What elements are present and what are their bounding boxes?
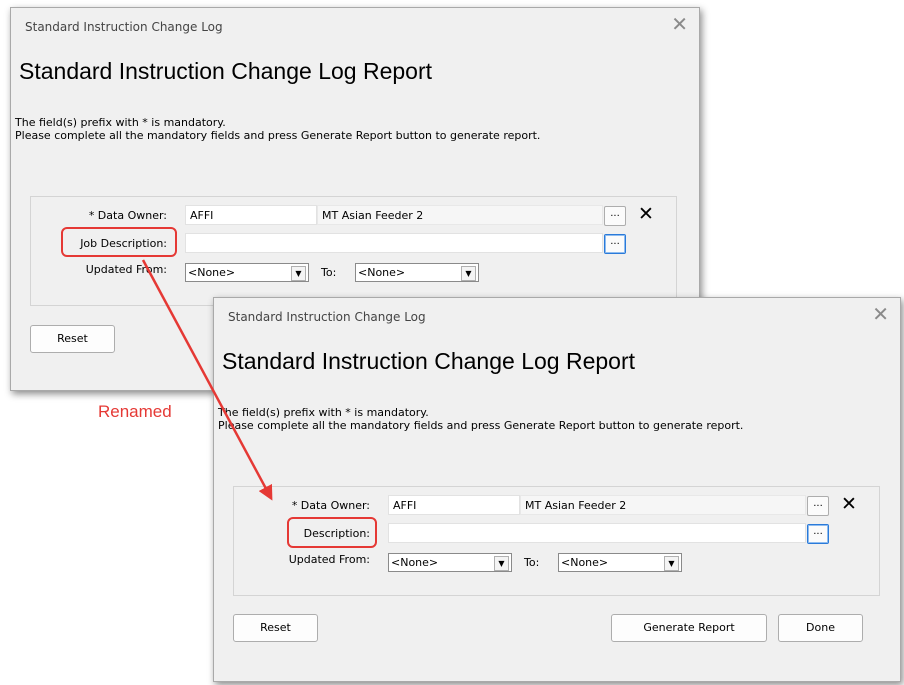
instructions: The field(s) prefix with * is mandatory.…: [218, 406, 743, 432]
data-owner-label: * Data Owner:: [291, 499, 370, 512]
generate-report-button[interactable]: Generate Report: [611, 614, 767, 642]
updated-to-select[interactable]: <None> ▼: [558, 553, 682, 572]
data-owner-name-field: MT Asian Feeder 2: [520, 495, 806, 515]
renamed-annotation: Renamed: [98, 402, 172, 421]
description-lookup-button[interactable]: ...: [604, 234, 626, 254]
done-button[interactable]: Done: [778, 614, 863, 642]
reset-button[interactable]: Reset: [233, 614, 318, 642]
updated-from-select[interactable]: <None> ▼: [388, 553, 512, 572]
instruction-line-2: Please complete all the mandatory fields…: [15, 129, 541, 142]
chevron-down-icon[interactable]: ▼: [291, 266, 306, 281]
chevron-down-icon[interactable]: ▼: [494, 556, 509, 571]
description-field[interactable]: [185, 233, 603, 253]
instruction-line-2: Please complete all the mandatory fields…: [218, 419, 744, 432]
instruction-line-1: The field(s) prefix with * is mandatory.: [218, 406, 429, 419]
window-title: Standard Instruction Change Log: [228, 310, 426, 324]
reset-button[interactable]: Reset: [30, 325, 115, 353]
page-title: Standard Instruction Change Log Report: [19, 58, 432, 84]
updated-from-label: Updated From:: [85, 263, 167, 276]
updated-to-value: <None>: [561, 556, 609, 569]
close-icon[interactable]: ✕: [671, 14, 688, 34]
title-bar: Standard Instruction Change Log ✕: [214, 298, 900, 334]
data-owner-label: * Data Owner:: [88, 209, 167, 222]
window-title: Standard Instruction Change Log: [25, 20, 223, 34]
description-lookup-button[interactable]: ...: [807, 524, 829, 544]
updated-to-select[interactable]: <None> ▼: [355, 263, 479, 282]
highlight-description: [287, 517, 377, 548]
data-owner-code-field[interactable]: AFFI: [185, 205, 317, 225]
description-field[interactable]: [388, 523, 806, 543]
data-owner-lookup-button[interactable]: ...: [807, 496, 829, 516]
updated-from-label: Updated From:: [288, 553, 370, 566]
highlight-job-description: [61, 227, 177, 257]
updated-from-select[interactable]: <None> ▼: [185, 263, 309, 282]
data-owner-code-field[interactable]: AFFI: [388, 495, 520, 515]
to-label: To:: [524, 556, 540, 569]
dialog-after: Standard Instruction Change Log ✕ Standa…: [213, 297, 901, 682]
chevron-down-icon[interactable]: ▼: [664, 556, 679, 571]
clear-icon[interactable]: ✕: [638, 204, 654, 224]
page-title: Standard Instruction Change Log Report: [222, 348, 635, 374]
data-owner-name-field: MT Asian Feeder 2: [317, 205, 603, 225]
data-owner-lookup-button[interactable]: ...: [604, 206, 626, 226]
instructions: The field(s) prefix with * is mandatory.…: [15, 116, 540, 142]
instruction-line-1: The field(s) prefix with * is mandatory.: [15, 116, 226, 129]
title-bar: Standard Instruction Change Log ✕: [11, 8, 699, 44]
updated-from-value: <None>: [188, 266, 236, 279]
updated-from-value: <None>: [391, 556, 439, 569]
to-label: To:: [321, 266, 337, 279]
chevron-down-icon[interactable]: ▼: [461, 266, 476, 281]
close-icon[interactable]: ✕: [872, 304, 889, 324]
clear-icon[interactable]: ✕: [841, 494, 857, 514]
updated-to-value: <None>: [358, 266, 406, 279]
